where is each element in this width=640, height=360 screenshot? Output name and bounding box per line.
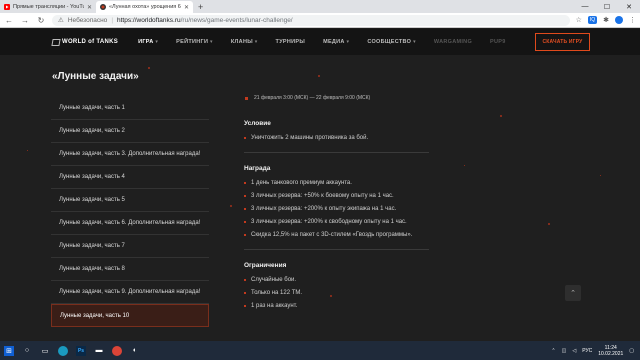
list-item: 3 личных резерва: +200% к опыту экипажа … [244, 205, 429, 213]
ember-decoration [230, 205, 232, 207]
edge-icon[interactable] [58, 345, 68, 356]
chevron-up-icon[interactable]: ⌃ [551, 348, 555, 354]
app-icon[interactable]: ◐ [130, 346, 140, 356]
ember-decoration [27, 150, 28, 151]
ember-decoration [318, 75, 320, 77]
list-item: Уничтожить 2 машины противника за бой. [244, 134, 429, 142]
avatar[interactable] [615, 16, 623, 24]
sidebar-item-part-8[interactable]: Лунные задачи, часть 8 [51, 258, 209, 281]
sidebar-item-part-2[interactable]: Лунные задачи, часть 2 [51, 120, 209, 143]
warning-icon[interactable]: ⚠ [58, 16, 64, 24]
logo-mark-icon [51, 38, 61, 46]
ember-decoration [600, 175, 601, 176]
sidebar-item-part-6[interactable]: Лунные задачи, часть 6. Дополнительная н… [51, 212, 209, 235]
condition-heading: Условие [244, 120, 271, 127]
sidebar-item-part-10[interactable]: Лунные задачи, часть 10 [51, 304, 209, 327]
close-tab-icon[interactable]: ✕ [184, 4, 189, 11]
clock[interactable]: 11:24 10.02.2021 [598, 345, 623, 357]
security-label: Небезопасно [67, 16, 108, 24]
windows-start-icon[interactable]: ⊞ [4, 345, 14, 356]
address-bar: ← → ↻ ⚠ Небезопасно | https://worldoftan… [0, 13, 640, 28]
language-indicator[interactable]: РУС [582, 348, 592, 354]
site-header: WORLD of TANKS ИГРА ▾ РЕЙТИНГИ ▾ КЛАНЫ ▾… [0, 29, 640, 55]
volume-icon[interactable]: ◁ [572, 348, 576, 354]
event-date: 21 февраля 3:00 (МСК) — 22 февраля 9:00 … [245, 95, 429, 101]
star-icon[interactable]: ☆ [576, 16, 582, 24]
sidebar-item-part-1[interactable]: Лунные задачи, часть 1 [51, 97, 209, 120]
ember-decoration [548, 223, 550, 225]
puzzle-icon[interactable]: ✱ [603, 16, 609, 24]
nav-tournaments[interactable]: ТУРНИРЫ [276, 39, 306, 45]
sidebar-item-part-5[interactable]: Лунные задачи, часть 5 [51, 189, 209, 212]
nav-wargaming[interactable]: WARGAMING [434, 39, 472, 45]
url-text: https://worldoftanks.ru/ru/news/game-eve… [117, 16, 293, 24]
sidebar-item-part-7[interactable]: Лунные задачи, часть 7 [51, 235, 209, 258]
folder-icon[interactable]: ▬ [94, 346, 104, 356]
main-content: «Лунные задачи» Лунные задачи, часть 1 Л… [0, 55, 640, 341]
task-view-icon[interactable]: ▭ [40, 346, 50, 356]
back-icon[interactable]: ← [4, 16, 14, 25]
list-item: 3 личных резерва: +200% к свободному опы… [244, 218, 429, 226]
youtube-icon [4, 4, 10, 10]
maximize-icon[interactable]: ☐ [596, 3, 618, 11]
list-item: Скидка 12,5% на пакет с 3D-стилем «Гвозд… [244, 231, 429, 239]
extensions-area: ☆ IQ ✱ ⋮ [576, 16, 636, 24]
nav-community[interactable]: СООБЩЕСТВО ▾ [367, 39, 416, 45]
new-tab-button[interactable]: + [193, 1, 208, 13]
reload-icon[interactable]: ↻ [36, 16, 46, 25]
divider [244, 152, 429, 153]
window-controls: — ☐ ✕ [574, 0, 640, 13]
notification-icon[interactable]: ▢ [629, 348, 634, 354]
sidebar-item-part-4[interactable]: Лунные задачи, часть 4 [51, 166, 209, 189]
nav-game[interactable]: ИГРА ▾ [138, 39, 158, 45]
wot-icon [100, 4, 106, 10]
system-tray: ⌃ ◫ ◁ РУС 11:24 10.02.2021 ▢ [551, 345, 640, 357]
nav-clans[interactable]: КЛАНЫ ▾ [231, 39, 258, 45]
browser-tab-bar: Прямые трансляции - YouTube ✕ «Лунная ох… [0, 0, 640, 13]
nav-pup[interactable]: PUP9 [490, 39, 506, 45]
chrome-icon[interactable] [112, 345, 122, 356]
close-tab-icon[interactable]: ✕ [87, 4, 92, 11]
ember-decoration [500, 115, 502, 117]
photoshop-icon[interactable]: Ps [76, 345, 86, 356]
scroll-to-top-button[interactable]: ⌃ [565, 285, 581, 301]
network-icon[interactable]: ◫ [562, 348, 567, 354]
url-field[interactable]: ⚠ Небезопасно | https://worldoftanks.ru/… [52, 14, 570, 26]
article-content: 21 февраля 3:00 (МСК) — 22 февраля 9:00 … [244, 95, 429, 315]
minimize-icon[interactable]: — [574, 3, 596, 10]
ember-decoration [148, 67, 150, 69]
browser-tab-youtube[interactable]: Прямые трансляции - YouTube ✕ [0, 1, 96, 13]
site-logo[interactable]: WORLD of TANKS [51, 38, 118, 46]
list-item: 1 раз на аккаунт. [244, 302, 429, 310]
ember-decoration [464, 165, 465, 166]
list-item: 1 день танкового премиум аккаунта. [244, 179, 429, 187]
sidebar-item-part-3[interactable]: Лунные задачи, часть 3. Дополнительная н… [51, 143, 209, 166]
limits-heading: Ограничения [244, 262, 287, 269]
date-marker-icon [245, 96, 248, 100]
nav-ratings[interactable]: РЕЙТИНГИ ▾ [176, 39, 213, 45]
tab-title: Прямые трансляции - YouTube [13, 4, 84, 10]
extension-icon[interactable]: IQ [587, 16, 598, 24]
sidebar-item-part-9[interactable]: Лунные задачи, часть 9. Дополнительная н… [51, 281, 209, 304]
taskbar: ⊞ ○ ▭ Ps ▬ ◐ ⌃ ◫ ◁ РУС 11:24 10.02.2021 … [0, 341, 640, 360]
download-game-button[interactable]: СКАЧАТЬ ИГРУ [535, 33, 590, 51]
divider [244, 249, 429, 250]
browser-tab-wot[interactable]: «Лунная охота» урощения 6... ✕ [96, 1, 193, 13]
menu-icon[interactable]: ⋮ [629, 16, 636, 24]
list-item: Случайные бои. [244, 276, 429, 284]
search-icon[interactable]: ○ [22, 346, 32, 356]
reward-heading: Награда [244, 165, 271, 172]
nav-media[interactable]: МЕДИА ▾ [323, 39, 349, 45]
close-window-icon[interactable]: ✕ [618, 3, 640, 11]
page-title: «Лунные задачи» [52, 71, 139, 82]
forward-icon[interactable]: → [20, 16, 30, 25]
tab-title: «Лунная охота» урощения 6... [109, 4, 181, 10]
list-item: Только на 122 ТМ. [244, 289, 429, 297]
list-item: 3 личных резерва: +50% к боевому опыту н… [244, 192, 429, 200]
sidebar: Лунные задачи, часть 1 Лунные задачи, ча… [51, 97, 209, 327]
